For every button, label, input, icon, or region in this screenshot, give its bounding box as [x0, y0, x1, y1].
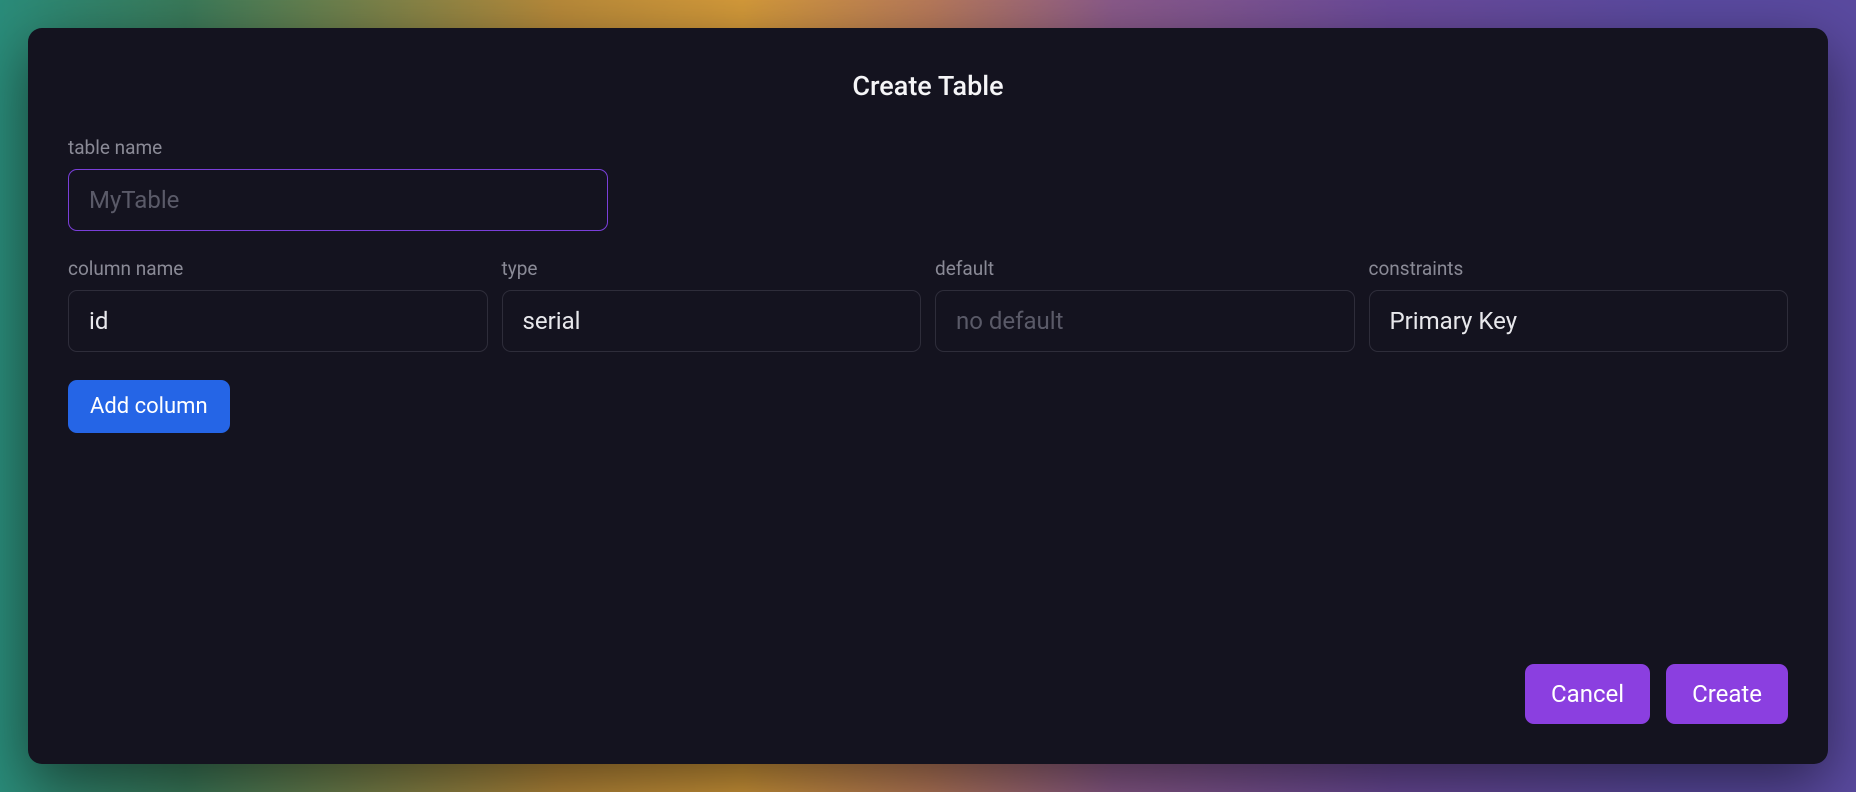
modal-footer: Cancel Create [68, 664, 1788, 724]
column-default-field-group: default [935, 257, 1355, 352]
cancel-button[interactable]: Cancel [1525, 664, 1650, 724]
modal-title: Create Table [68, 70, 1788, 102]
column-name-label: column name [68, 257, 488, 280]
column-name-input[interactable] [68, 290, 488, 352]
create-table-modal: Create Table table name column name type… [28, 28, 1828, 764]
column-constraints-input[interactable] [1369, 290, 1789, 352]
create-button[interactable]: Create [1666, 664, 1788, 724]
column-type-field-group: type [502, 257, 922, 352]
column-type-input[interactable] [502, 290, 922, 352]
column-default-label: default [935, 257, 1355, 280]
table-name-input[interactable] [68, 169, 608, 231]
column-constraints-field-group: constraints [1369, 257, 1789, 352]
column-name-field-group: column name [68, 257, 488, 352]
table-name-label: table name [68, 136, 608, 159]
table-name-field-group: table name [68, 136, 608, 231]
column-type-label: type [502, 257, 922, 280]
column-definition-row: column name type default constraints [68, 257, 1788, 352]
add-column-button[interactable]: Add column [68, 380, 230, 433]
column-constraints-label: constraints [1369, 257, 1789, 280]
column-default-input[interactable] [935, 290, 1355, 352]
